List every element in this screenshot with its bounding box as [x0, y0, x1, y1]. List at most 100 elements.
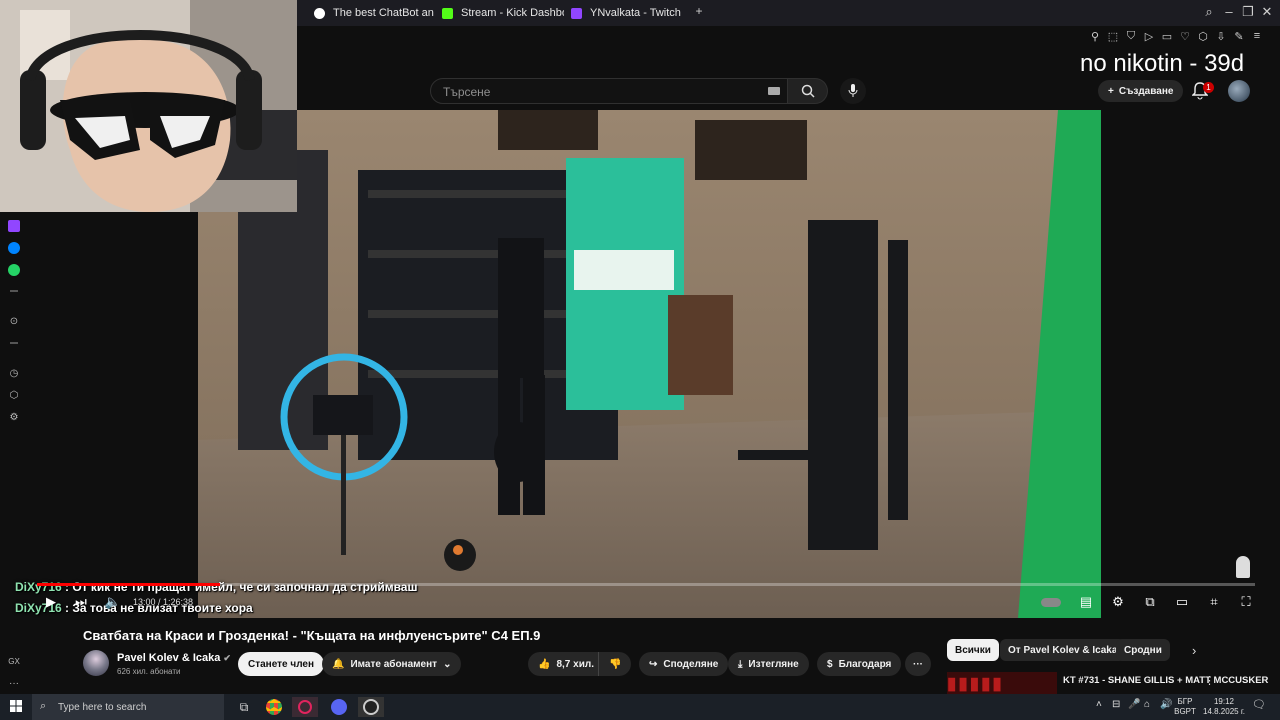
- taskbar-search-input[interactable]: ⌕ Type here to search: [32, 694, 224, 720]
- tab-kick-dashboard[interactable]: Stream - Kick Dashboard: [436, 3, 564, 23]
- box-icon[interactable]: ⬡: [1194, 30, 1212, 46]
- cast-icon[interactable]: ⌗: [1205, 594, 1223, 610]
- channel-name[interactable]: Pavel Kolev & Icaka ✔: [117, 652, 231, 664]
- heart-icon[interactable]: ♡: [1176, 30, 1194, 46]
- settings-gear-icon[interactable]: ⚙: [1109, 594, 1127, 610]
- more-icon[interactable]: ···: [8, 678, 20, 690]
- account-avatar[interactable]: [1228, 80, 1250, 102]
- tray-app-icon[interactable]: ⊟: [1112, 700, 1120, 710]
- input-language-indicator[interactable]: БГР BGPT: [1173, 697, 1197, 717]
- new-tab-button[interactable]: +: [690, 4, 708, 18]
- share-icon: ↪: [649, 658, 658, 670]
- pin-icon[interactable]: ⚲: [1086, 30, 1104, 46]
- chrome-taskbar-icon[interactable]: [261, 697, 287, 717]
- video-frame-image: [198, 110, 1101, 618]
- miniplayer-icon[interactable]: ⧉: [1141, 594, 1159, 610]
- language-code: БГР: [1177, 697, 1193, 706]
- thumbs-up-icon: 👍: [538, 658, 551, 670]
- taskbar-clock[interactable]: 19:12 14.8.2025 г.: [1196, 697, 1252, 717]
- recommendation-thumbnail[interactable]: ▮▮▮▮▮: [947, 672, 1057, 694]
- clock-time: 19:12: [1213, 697, 1235, 706]
- whatsapp-icon[interactable]: [8, 264, 20, 276]
- tab-twitch[interactable]: YNvalkata - Twitch: [565, 3, 685, 23]
- search-icon: ⌕: [40, 700, 47, 712]
- autoplay-toggle[interactable]: [1041, 594, 1061, 610]
- fullscreen-icon[interactable]: ⛶: [1237, 594, 1255, 610]
- sidebar-divider: [10, 342, 18, 344]
- play-button[interactable]: ▶: [42, 594, 60, 610]
- kick-icon: [442, 7, 453, 19]
- share-label: Споделяне: [663, 658, 719, 670]
- voice-search-button[interactable]: [840, 78, 866, 104]
- filter-chip-channel[interactable]: От Pavel Kolev & Icaka: [1000, 639, 1126, 661]
- restore-button[interactable]: ❐: [1239, 4, 1257, 20]
- keyboard-icon[interactable]: [768, 87, 780, 95]
- screenshot-icon[interactable]: ⬚: [1104, 30, 1122, 46]
- recommendation-menu-icon[interactable]: ⋮: [1204, 674, 1215, 687]
- tray-mic-icon[interactable]: 🎤: [1128, 700, 1140, 710]
- minimize-button[interactable]: –: [1220, 4, 1238, 19]
- extensions-icon[interactable]: ⬡: [8, 390, 20, 402]
- dislike-button[interactable]: 👎: [598, 652, 632, 676]
- sidebar-divider: [10, 290, 18, 292]
- task-view-icon[interactable]: ⧉: [231, 697, 257, 717]
- volume-icon[interactable]: 🔈: [104, 594, 122, 610]
- theater-mode-icon[interactable]: ▭: [1173, 594, 1191, 610]
- share-button[interactable]: ↪ Споделяне: [639, 652, 729, 676]
- channel-name-text: Pavel Kolev & Icaka: [117, 652, 221, 664]
- history-icon[interactable]: ◷: [8, 368, 20, 380]
- twitch-icon: [571, 7, 582, 19]
- subscribed-button[interactable]: 🔔 Имате абонамент ⌄: [322, 652, 462, 676]
- download-button[interactable]: ⤓ Изтегляне: [728, 652, 809, 676]
- search-tabs-icon[interactable]: ⌕: [1200, 4, 1218, 20]
- menu-icon[interactable]: ≡: [1248, 30, 1266, 46]
- windows-start-icon[interactable]: [10, 700, 22, 712]
- video-player[interactable]: [198, 110, 1101, 618]
- tab-label: Stream - Kick Dashboard: [461, 7, 564, 19]
- subscribed-label: Имате абонамент: [350, 658, 438, 670]
- create-label: Създаване: [1118, 85, 1174, 97]
- messenger-icon[interactable]: [8, 242, 20, 254]
- microphone-icon: [848, 84, 858, 97]
- discord-taskbar-icon[interactable]: [326, 697, 352, 717]
- thanks-icon: $: [827, 658, 833, 670]
- play-icon[interactable]: ▷: [1140, 30, 1158, 46]
- search-input[interactable]: Търсене: [430, 78, 788, 104]
- download-icon[interactable]: ⇩: [1212, 30, 1230, 46]
- create-button[interactable]: + Създаване: [1098, 80, 1184, 102]
- next-button[interactable]: ⏭: [72, 594, 90, 610]
- subtitles-icon[interactable]: ▤: [1077, 594, 1095, 610]
- more-actions-button[interactable]: ···: [905, 652, 931, 676]
- close-window-button[interactable]: ✕: [1258, 4, 1276, 20]
- twitch-sidebar-icon[interactable]: [8, 220, 20, 232]
- notification-badge: 1: [1203, 82, 1214, 93]
- tray-volume-icon[interactable]: 🔊: [1160, 700, 1172, 710]
- tray-network-icon[interactable]: ⌂: [1144, 700, 1150, 710]
- webcam-image: [0, 0, 297, 212]
- video-progress-bar[interactable]: [37, 583, 1255, 586]
- tab-chatbot[interactable]: The best ChatBot and W: [308, 3, 434, 23]
- edit-icon[interactable]: ✎: [1230, 30, 1248, 46]
- tab-label: The best ChatBot and W: [333, 7, 434, 19]
- join-button[interactable]: Станете член: [238, 652, 325, 676]
- player-icon[interactable]: ⊙: [8, 316, 20, 328]
- filter-chip-all[interactable]: Всички: [947, 639, 999, 661]
- wallet-icon[interactable]: ▭: [1158, 30, 1176, 46]
- recommendation-title[interactable]: KT #731 - SHANE GILLIS + MATT MCCUSKER: [1063, 674, 1268, 687]
- more-icon: ···: [913, 658, 923, 670]
- settings-icon[interactable]: ⚙: [8, 412, 20, 424]
- obs-taskbar-icon[interactable]: [358, 697, 384, 717]
- gx-icon[interactable]: GX: [8, 656, 20, 668]
- video-title: Сватбата на Краси и Грозденка! - "Къщата…: [83, 628, 541, 643]
- shield-icon[interactable]: ⛉: [1122, 30, 1140, 46]
- chevron-right-icon[interactable]: ›: [1192, 643, 1196, 658]
- opera-gx-taskbar-icon[interactable]: [292, 697, 318, 717]
- browser-sidebar: [0, 210, 28, 690]
- tray-overflow-icon[interactable]: ˄: [1096, 700, 1102, 710]
- thanks-button[interactable]: $ Благодаря: [817, 652, 902, 676]
- channel-avatar[interactable]: [83, 650, 109, 676]
- filter-chip-related[interactable]: Сродни: [1116, 639, 1170, 661]
- search-button[interactable]: [788, 78, 828, 104]
- like-button[interactable]: 👍 8,7 хил.: [528, 652, 606, 676]
- notification-center-icon[interactable]: 🗨: [1252, 700, 1266, 711]
